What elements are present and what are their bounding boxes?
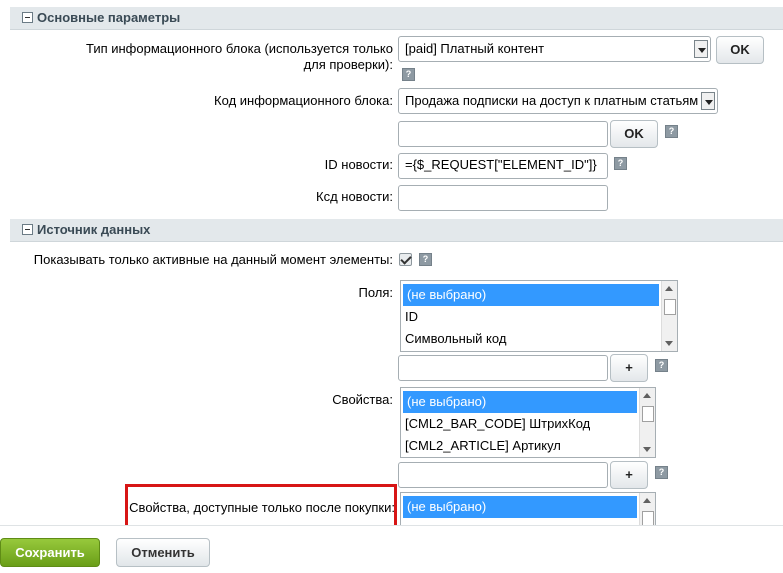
chevron-down-icon[interactable]	[701, 92, 715, 110]
list-item[interactable]: [CML2_BAR_CODE] ШтрихКод	[401, 413, 655, 435]
help-icon[interactable]: ?	[655, 466, 668, 479]
active-only-checkbox[interactable]	[399, 253, 412, 266]
scroll-up-icon[interactable]	[643, 498, 651, 503]
scroll-up-icon[interactable]	[665, 286, 673, 291]
list-item[interactable]: (не выбрано)	[403, 391, 637, 413]
ok-button[interactable]: OK	[610, 120, 658, 148]
news-code-label: Ксд новости:	[316, 189, 393, 204]
news-id-value: ={$_REQUEST["ELEMENT_ID"]}	[405, 157, 597, 172]
list-item[interactable]: Символьный код	[401, 328, 677, 350]
scrollbar[interactable]	[639, 388, 655, 457]
iblock-code-value: Продажа подписки на доступ к платным ста…	[405, 93, 699, 108]
scrollbar[interactable]	[661, 281, 677, 351]
add-field-button[interactable]: +	[610, 354, 648, 382]
fields-label: Поля:	[358, 285, 393, 300]
news-id-label: ID новости:	[324, 157, 393, 172]
fields-extra-input[interactable]	[398, 355, 608, 381]
ok-button[interactable]: OK	[716, 36, 764, 64]
props-label: Свойства:	[332, 392, 393, 407]
scroll-thumb[interactable]	[642, 406, 654, 422]
props-listbox[interactable]: (не выбрано) [CML2_BAR_CODE] ШтрихКод [C…	[400, 387, 656, 458]
paid-props-listbox[interactable]: (не выбрано)	[400, 492, 656, 525]
list-item[interactable]: (не выбрано)	[403, 284, 659, 306]
help-icon[interactable]: ?	[614, 157, 627, 170]
iblock-code-select[interactable]: Продажа подписки на доступ к платным ста…	[398, 88, 718, 114]
scroll-thumb[interactable]	[642, 511, 654, 525]
scroll-down-icon[interactable]	[643, 447, 651, 452]
iblock-type-value: [paid] Платный контент	[405, 41, 545, 56]
scrollbar[interactable]	[639, 493, 655, 525]
news-id-input[interactable]: ={$_REQUEST["ELEMENT_ID"]}	[398, 153, 608, 179]
chevron-down-icon[interactable]	[694, 40, 708, 58]
props-extra-input[interactable]	[398, 462, 608, 488]
help-icon[interactable]: ?	[665, 125, 678, 138]
add-prop-button[interactable]: +	[610, 461, 648, 489]
iblock-code-label: Код информационного блока:	[214, 93, 393, 108]
section-title: Основные параметры	[37, 10, 181, 25]
iblock-type-label: Тип информационного блока (используется …	[85, 41, 393, 72]
list-item[interactable]: (не выбрано)	[403, 496, 637, 518]
highlight-annotation	[125, 484, 397, 525]
iblock-code-input[interactable]	[398, 121, 608, 147]
help-icon[interactable]: ?	[655, 359, 668, 372]
section-data-source[interactable]: Источник данных	[10, 219, 783, 242]
news-code-input[interactable]	[398, 185, 608, 211]
collapse-icon[interactable]	[22, 224, 33, 235]
active-only-label: Показывать только активные на данный мом…	[33, 252, 393, 267]
fields-listbox[interactable]: (не выбрано) ID Символьный код	[400, 280, 678, 352]
collapse-icon[interactable]	[22, 12, 33, 23]
list-item[interactable]: [CML2_ARTICLE] Артикул	[401, 435, 655, 457]
save-button[interactable]: Сохранить	[0, 538, 100, 567]
scroll-up-icon[interactable]	[643, 393, 651, 398]
cancel-button[interactable]: Отменить	[116, 538, 210, 567]
scroll-thumb[interactable]	[664, 299, 676, 315]
footer-bar: Сохранить Отменить	[0, 525, 783, 573]
section-title: Источник данных	[37, 222, 151, 237]
iblock-type-select[interactable]: [paid] Платный контент	[398, 36, 711, 62]
section-main-params[interactable]: Основные параметры	[10, 7, 783, 30]
help-icon[interactable]: ?	[402, 68, 415, 81]
settings-form: Основные параметры Тип информационного б…	[0, 0, 783, 525]
scroll-down-icon[interactable]	[665, 341, 673, 346]
list-item[interactable]: ID	[401, 306, 677, 328]
help-icon[interactable]: ?	[419, 253, 432, 266]
